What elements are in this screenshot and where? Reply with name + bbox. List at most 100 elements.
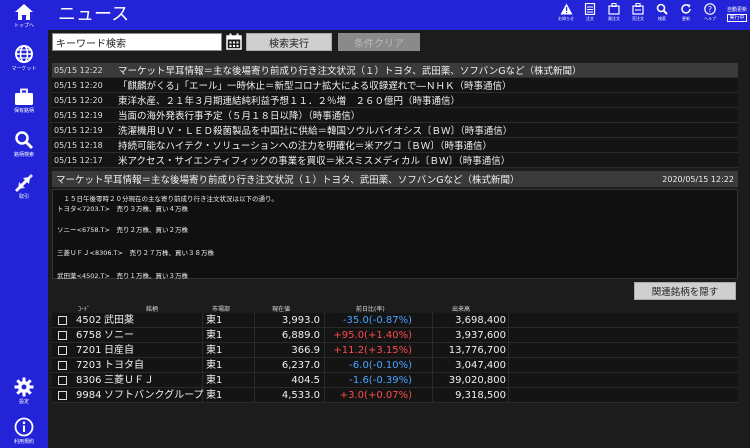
sidebar-item-market[interactable]: マーケット: [0, 44, 48, 72]
news-time: 05/15 12:20: [54, 80, 103, 90]
stock-name: 武田薬: [104, 315, 134, 326]
news-title: 持続可能なハイテク・ソリューションへの注力を明確化＝米アグコ〔ＢＷ〕（時事通信）: [118, 141, 493, 152]
stock-change: -35.0(-0.87%): [342, 315, 412, 326]
news-title: 当面の海外発表行事予定（５月１８日以降）（時事通信）: [118, 111, 361, 122]
stock-market: 東1: [206, 360, 223, 371]
news-row[interactable]: 05/15 12:19 洗濯機用ＵＶ・ＬＥＤ殺菌製品を中国社に供給＝韓国ソウルバイ…: [52, 123, 738, 138]
news-row[interactable]: 05/15 12:22 マーケット早耳情報＝主な後場寄り前成り行き注文状況（１）ト…: [52, 63, 738, 78]
stock-price: 366.9: [291, 345, 320, 356]
search-button[interactable]: 検索実行: [246, 33, 332, 51]
sell-order-label: 売注文: [632, 16, 644, 21]
news-row[interactable]: 05/15 12:17 米アクセス・サイエンティフィックの事業を買収＝米スミスメデ…: [52, 153, 738, 168]
news-row[interactable]: 05/15 12:19 当面の海外発表行事予定（５月１８日以降）（時事通信）: [52, 108, 738, 123]
row-checkbox[interactable]: [58, 361, 67, 370]
trade-icon: [15, 174, 33, 192]
column-header-volume: 出来高: [452, 306, 471, 313]
sell-icon: [632, 3, 644, 15]
column-divider: [202, 313, 203, 328]
column-divider: [254, 373, 255, 388]
table-row[interactable]: 9984 ソフトバンクグループ 東1 4,533.0 +3.0(+0.07%) 9,318…: [52, 388, 738, 403]
column-divider: [432, 388, 433, 403]
news-time: 05/15 12:19: [54, 110, 103, 120]
table-row[interactable]: 7201 日産自 東1 366.9 +11.2(+3.15%) 13,776,700: [52, 343, 738, 358]
notice-button[interactable]: お知らせ: [554, 3, 578, 21]
sidebar-item-holdings[interactable]: 保有銘柄: [0, 88, 48, 114]
news-row[interactable]: 05/15 12:20 東洋水産、２１年３月期連結純利益予想１１．２％増 ２６０億…: [52, 93, 738, 108]
stock-price: 404.5: [291, 375, 320, 386]
news-time: 05/15 12:18: [54, 140, 103, 150]
column-divider: [202, 358, 203, 373]
news-title: 米アクセス・サイエンティフィックの事業を買収＝米スミスメディカル〔ＢＷ〕（時事通…: [118, 156, 511, 167]
stock-market: 東1: [206, 375, 223, 386]
row-checkbox[interactable]: [58, 316, 67, 325]
column-divider: [432, 373, 433, 388]
column-divider: [508, 358, 509, 373]
search-input[interactable]: [52, 33, 222, 51]
news-title: 洗濯機用ＵＶ・ＬＥＤ殺菌製品を中国社に供給＝韓国ソウルバイオシス〔ＢＷ〕（時事通…: [118, 126, 513, 137]
sell-order-button[interactable]: 売注文: [626, 3, 650, 21]
table-row[interactable]: 6758 ソニー 東1 6,889.0 +95.0(+1.40%) 3,937,600: [52, 328, 738, 343]
help-label: ヘルプ: [704, 16, 716, 21]
alert-icon: [560, 3, 572, 15]
sidebar-item-terms[interactable]: 利用規約: [0, 417, 48, 445]
clear-conditions-button[interactable]: 条件クリア: [338, 33, 420, 51]
buy-order-label: 買注文: [608, 16, 620, 21]
stock-price: 3,993.0: [281, 315, 320, 326]
sidebar-item-search[interactable]: 銘柄検索: [0, 130, 48, 158]
row-checkbox[interactable]: [58, 331, 67, 340]
article-title: マーケット早耳情報＝主な後場寄り前成り行き注文状況（１）トヨタ、武田薬、ソフバン…: [56, 175, 520, 186]
stock-volume: 13,776,700: [448, 345, 506, 356]
sidebar-item-label: トップへ: [13, 23, 34, 29]
column-divider: [324, 313, 325, 328]
hide-related-stocks-button[interactable]: 関連銘柄を隠す: [634, 282, 736, 300]
gear-icon: [14, 377, 34, 397]
stock-volume: 9,318,500: [455, 390, 506, 401]
news-time: 05/15 12:22: [54, 65, 103, 75]
stock-name: 日産自: [104, 345, 134, 356]
buy-order-button[interactable]: 買注文: [602, 3, 626, 21]
column-divider: [432, 343, 433, 358]
column-divider: [432, 358, 433, 373]
sidebar-item-label: 設定: [18, 399, 29, 405]
stock-volume: 3,047,400: [455, 360, 506, 371]
stock-price: 4,533.0: [281, 390, 320, 401]
column-divider: [254, 388, 255, 403]
order-label: 注文: [586, 16, 594, 21]
order-button[interactable]: 注文: [578, 3, 602, 21]
table-row[interactable]: 8306 三菱ＵＦＪ 東1 404.5 -1.6(-0.39%) 39,020,800: [52, 373, 738, 388]
news-row[interactable]: 05/15 12:20 「麒麟がくる」「エール」一時休止＝新型コロナ拡大による収録…: [52, 78, 738, 93]
sidebar-item-trade[interactable]: 取引: [0, 174, 48, 200]
row-checkbox[interactable]: [58, 346, 67, 355]
page-title: ニュース: [58, 4, 130, 25]
refresh-button[interactable]: 更新: [674, 3, 698, 21]
refresh-icon: [681, 4, 691, 14]
stock-code: 8306: [76, 375, 102, 386]
header-search-button[interactable]: 検索: [650, 3, 674, 21]
auto-update-toggle[interactable]: 自動更新 実行中: [724, 3, 750, 22]
calendar-icon[interactable]: [226, 33, 242, 51]
globe-icon: [15, 45, 33, 63]
stock-volume: 3,937,600: [455, 330, 506, 341]
news-row[interactable]: 05/15 12:18 持続可能なハイテク・ソリューションへの注力を明確化＝米アグ…: [52, 138, 738, 153]
news-time: 05/15 12:19: [54, 125, 103, 135]
stock-volume: 3,698,400: [455, 315, 506, 326]
help-button[interactable]: ? ヘルプ: [698, 3, 722, 21]
row-checkbox[interactable]: [58, 391, 67, 400]
sidebar: トップへ マーケット 保有銘柄 銘柄検索 取引 設定 利用規約: [0, 0, 48, 448]
table-row[interactable]: 4502 武田薬 東1 3,993.0 -35.0(-0.87%) 3,698,400: [52, 313, 738, 328]
notice-label: お知らせ: [558, 16, 574, 21]
home-icon: [15, 4, 33, 20]
column-divider: [432, 313, 433, 328]
article-line: 武田薬<4502.T> 売り１万株、買い３万株: [57, 272, 188, 280]
sidebar-item-label: 取引: [18, 194, 29, 200]
stock-name: 三菱ＵＦＪ: [104, 375, 154, 386]
table-row[interactable]: 7203 トヨタ自 東1 6,237.0 -6.0(-0.10%) 3,047,400: [52, 358, 738, 373]
app-window: トップへ マーケット 保有銘柄 銘柄検索 取引 設定 利用規約 ニュース お知ら…: [0, 0, 750, 448]
briefcase-icon: [15, 88, 33, 105]
column-header-name: 銘柄: [146, 306, 159, 313]
row-checkbox[interactable]: [58, 376, 67, 385]
stock-market: 東1: [206, 390, 223, 401]
sidebar-item-settings[interactable]: 設定: [0, 377, 48, 405]
stock-table: 4502 武田薬 東1 3,993.0 -35.0(-0.87%) 3,698,400 67…: [52, 313, 738, 403]
sidebar-item-top[interactable]: トップへ: [0, 3, 48, 29]
